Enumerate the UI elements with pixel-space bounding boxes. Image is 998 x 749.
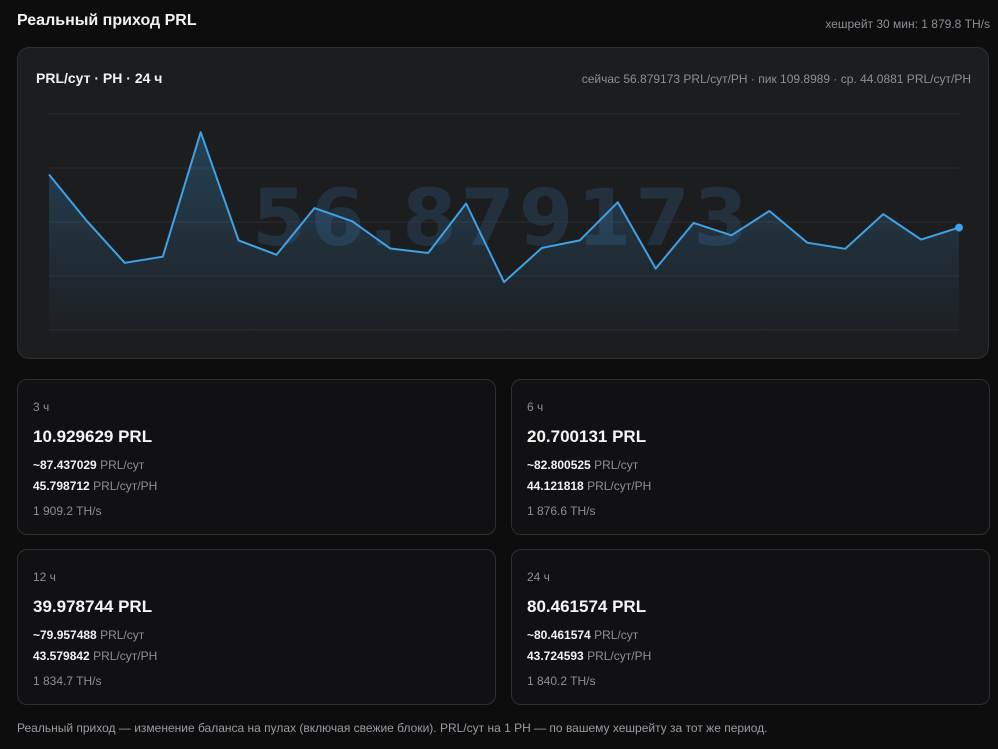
chart-current-point — [955, 223, 963, 232]
card-period: 3 ч — [33, 400, 50, 414]
footnote: Реальный приход — изменение баланса на п… — [17, 721, 768, 735]
card-hashrate: 1 834.7 TH/s — [33, 674, 102, 688]
chart-card: 56.879173 PRL/сут · PH · 24 ч сейчас 56.… — [17, 47, 989, 359]
card-amount: 80.461574 PRL — [527, 597, 647, 616]
card-per-day: ~80.461574 PRL/сут — [527, 628, 639, 642]
card-per-ph: 44.121818 PRL/сут/PH — [527, 479, 652, 493]
stat-card-3h: 3 ч 10.929629 PRL ~87.437029 PRL/сут 45.… — [17, 379, 496, 535]
card-hashrate: 1 876.6 TH/s — [527, 504, 596, 518]
card-per-day: ~87.437029 PRL/сут — [33, 458, 145, 472]
card-period: 12 ч — [33, 570, 56, 584]
earnings-chart: 56.879173 — [48, 113, 963, 331]
card-period: 6 ч — [527, 400, 544, 414]
chart-stats: сейчас 56.879173 PRL/сут/PH · пик 109.89… — [581, 72, 971, 86]
card-amount: 20.700131 PRL — [527, 427, 647, 446]
card-hashrate: 1 909.2 TH/s — [33, 504, 102, 518]
card-per-ph: 43.724593 PRL/сут/PH — [527, 649, 652, 663]
card-amount: 10.929629 PRL — [33, 427, 153, 446]
chart-title: PRL/сут · PH · 24 ч — [36, 70, 163, 86]
hashrate-30min-label: хешрейт 30 мин: 1 879.8 TH/s — [825, 17, 990, 31]
card-per-day: ~82.800525 PRL/сут — [527, 458, 639, 472]
card-amount: 39.978744 PRL — [33, 597, 153, 616]
page-title: Реальный приход PRL — [17, 12, 197, 29]
card-per-ph: 43.579842 PRL/сут/PH — [33, 649, 158, 663]
stat-card-6h: 6 ч 20.700131 PRL ~82.800525 PRL/сут 44.… — [511, 379, 990, 535]
card-per-day: ~79.957488 PRL/сут — [33, 628, 145, 642]
stat-card-12h: 12 ч 39.978744 PRL ~79.957488 PRL/сут 43… — [17, 549, 496, 705]
card-period: 24 ч — [527, 570, 550, 584]
card-per-ph: 45.798712 PRL/сут/PH — [33, 479, 158, 493]
stat-card-24h: 24 ч 80.461574 PRL ~80.461574 PRL/сут 43… — [511, 549, 990, 705]
card-hashrate: 1 840.2 TH/s — [527, 674, 596, 688]
